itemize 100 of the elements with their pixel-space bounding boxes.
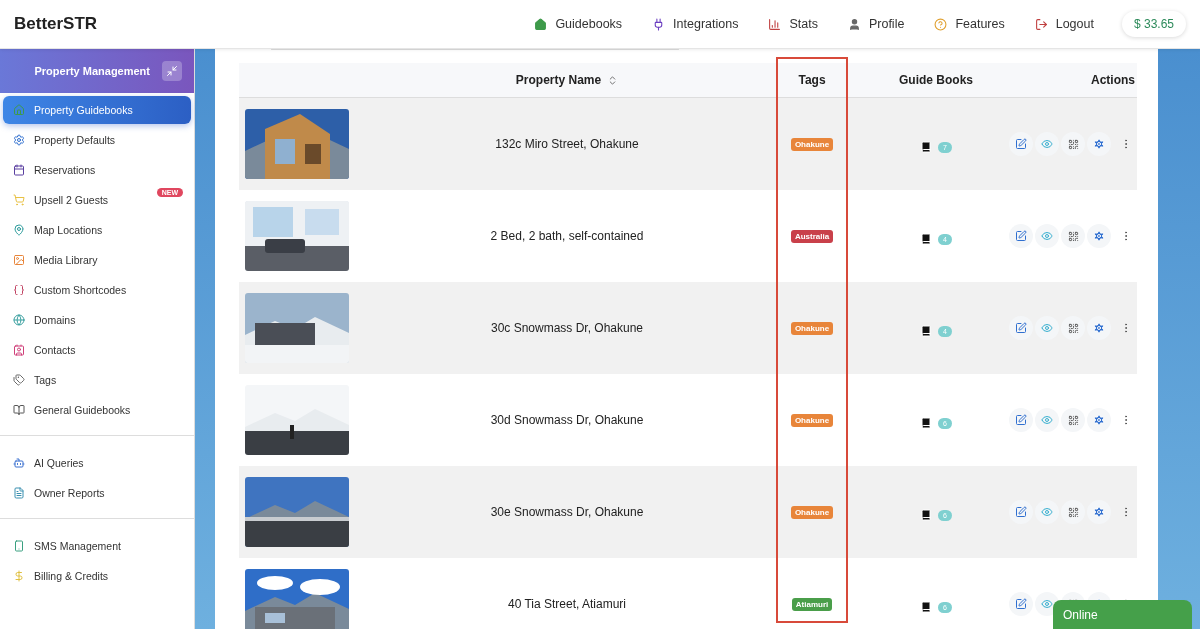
sidebar-item[interactable]: Contacts — [3, 336, 191, 364]
book-icon — [13, 404, 25, 416]
settings-button[interactable] — [1087, 224, 1111, 248]
phone-icon — [13, 540, 25, 552]
sidebar-item[interactable]: Billing & Credits — [3, 562, 191, 590]
online-status-toast: Online — [1053, 600, 1192, 629]
settings-button[interactable] — [1087, 500, 1111, 524]
cart-icon — [13, 194, 25, 206]
user-icon — [847, 17, 861, 31]
map-pin-icon — [13, 224, 25, 236]
image-icon — [13, 254, 25, 266]
sidebar-item[interactable]: AI Queries — [3, 449, 191, 477]
settings-icon — [1093, 230, 1105, 242]
qr-code-button[interactable] — [1061, 316, 1085, 340]
book-icon — [920, 417, 933, 429]
qr-code-icon — [1067, 322, 1079, 334]
book-icon — [920, 601, 933, 613]
book-icon — [920, 141, 933, 153]
globe-icon — [13, 314, 25, 326]
edit-icon — [1015, 414, 1027, 426]
edit-icon — [1015, 138, 1027, 150]
sidebar-item[interactable]: Property Defaults — [3, 126, 191, 154]
edit-button[interactable] — [1009, 132, 1033, 156]
eye-icon — [1041, 506, 1053, 518]
nav-link[interactable]: Stats — [768, 17, 818, 31]
book-icon — [920, 509, 933, 521]
sidebar-title: Property Management — [34, 65, 150, 77]
balance-pill[interactable]: $ 33.65 — [1121, 11, 1186, 37]
view-button[interactable] — [1035, 408, 1059, 432]
settings-button[interactable] — [1087, 316, 1111, 340]
sidebar-item[interactable]: Property Guidebooks — [3, 96, 191, 124]
tag-label: Ohakune — [790, 413, 834, 427]
sidebar-item[interactable]: Tags — [3, 366, 191, 394]
sidebar-item[interactable]: General Guidebooks — [3, 396, 191, 424]
edit-button[interactable] — [1009, 224, 1033, 248]
edit-icon — [1015, 322, 1027, 334]
edit-icon — [1015, 598, 1027, 610]
tag-label: Ohakune — [790, 505, 834, 519]
qr-code-icon — [1067, 414, 1079, 426]
settings-button[interactable] — [1087, 408, 1111, 432]
property-name: 2 Bed, 2 bath, self-contained — [489, 229, 645, 243]
column-header: Tags — [798, 73, 826, 87]
property-name: 30e Snowmass Dr, Ohakune — [489, 505, 645, 519]
collapse-button[interactable] — [162, 61, 182, 81]
tag-label: Ohakune — [790, 137, 834, 151]
edit-button[interactable] — [1009, 316, 1033, 340]
settings-icon — [1093, 414, 1105, 426]
eye-icon — [1041, 598, 1053, 610]
property-name: 40 Tia Street, Atiamuri — [506, 597, 628, 611]
edit-button[interactable] — [1009, 592, 1033, 616]
qr-code-icon — [1067, 230, 1079, 242]
qr-code-button[interactable] — [1061, 132, 1085, 156]
calendar-icon — [13, 164, 25, 176]
edit-button[interactable] — [1009, 500, 1033, 524]
settings-icon — [1093, 506, 1105, 518]
sidebar-item[interactable]: Custom Shortcodes — [3, 276, 191, 304]
question-icon — [934, 17, 948, 31]
qr-code-icon — [1067, 506, 1079, 518]
braces-icon — [13, 284, 25, 296]
settings-button[interactable] — [1087, 132, 1111, 156]
qr-code-button[interactable] — [1061, 408, 1085, 432]
sidebar-item[interactable]: Reservations — [3, 156, 191, 184]
nav-link[interactable]: Features — [934, 17, 1005, 31]
qr-code-icon — [1067, 138, 1079, 150]
home-icon — [13, 104, 25, 116]
tag-label: Atiamuri — [791, 597, 833, 611]
property-name: 30c Snowmass Dr, Ohakune — [489, 321, 645, 335]
home-icon — [534, 17, 548, 31]
eye-icon — [1041, 322, 1053, 334]
column-header: Actions — [1091, 73, 1135, 87]
tags-icon — [13, 374, 25, 386]
sidebar-item[interactable]: Domains — [3, 306, 191, 334]
bar-chart-icon — [768, 17, 782, 31]
property-name: 30d Snowmass Dr, Ohakune — [489, 413, 645, 427]
sidebar-item[interactable]: Media Library — [3, 246, 191, 274]
brand-logo[interactable]: BetterSTR — [14, 14, 505, 34]
book-icon — [920, 233, 933, 245]
column-header[interactable]: Property Name — [515, 73, 619, 87]
qr-code-button[interactable] — [1061, 224, 1085, 248]
view-button[interactable] — [1035, 224, 1059, 248]
logout-icon — [1034, 17, 1048, 31]
edit-button[interactable] — [1009, 408, 1033, 432]
sidebar-item[interactable]: SMS Management — [3, 532, 191, 560]
column-header: Guide Books — [899, 73, 973, 87]
robot-icon — [13, 457, 25, 469]
settings-icon — [1093, 322, 1105, 334]
nav-link[interactable]: Logout — [1034, 17, 1094, 31]
contact-card-icon — [13, 344, 25, 356]
tag-label: Australia — [790, 229, 834, 243]
qr-code-button[interactable] — [1061, 500, 1085, 524]
nav-link[interactable]: Integrations — [652, 17, 739, 31]
edit-icon — [1015, 506, 1027, 518]
sidebar-item[interactable]: Map Locations — [3, 216, 191, 244]
book-icon — [920, 325, 933, 337]
gear-icon — [13, 134, 25, 146]
sidebar-item[interactable]: Owner Reports — [3, 479, 191, 507]
nav-link[interactable]: Guidebooks — [534, 17, 623, 31]
nav-link[interactable]: Profile — [847, 17, 905, 31]
edit-icon — [1015, 230, 1027, 242]
eye-icon — [1041, 138, 1053, 150]
